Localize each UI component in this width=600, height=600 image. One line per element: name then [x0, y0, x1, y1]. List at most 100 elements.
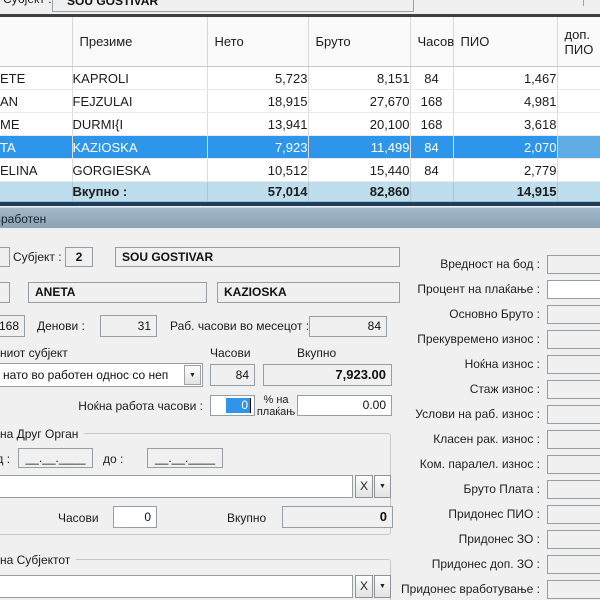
- cell-firstname[interactable]: AN: [0, 90, 72, 113]
- subject-name-field: SOU GOSTIVAR: [115, 247, 400, 267]
- seniority-amount-field: [547, 380, 600, 399]
- base-total-field: 7,923.00: [263, 364, 392, 386]
- top-subject-strip: Субјект : SOU GOSTIVAR: [0, 0, 600, 13]
- header-firstname: [0, 16, 72, 67]
- night-hours-selection: 0: [226, 398, 250, 413]
- cell-firstname[interactable]: ME: [0, 113, 72, 136]
- month-fund-hours-fragment: 168: [0, 315, 25, 337]
- employee-id-fragment: [0, 282, 10, 303]
- pay-percent-input[interactable]: [547, 280, 600, 299]
- cell-surname[interactable]: FEJZULAI: [72, 90, 207, 113]
- cell-net[interactable]: 10,512: [207, 159, 308, 182]
- cell-net[interactable]: 7,923: [207, 136, 308, 159]
- cell-pio[interactable]: 2,070: [453, 136, 557, 159]
- other-total-field: 0: [282, 506, 393, 528]
- cell-gross[interactable]: 11,499: [308, 136, 410, 159]
- base-hours-field: 84: [210, 364, 255, 386]
- label-seniority-amount: Стаж износ :: [380, 380, 540, 399]
- cell-firstname[interactable]: TA: [0, 136, 72, 159]
- base-gross-field: [547, 305, 600, 324]
- month-hours-field: 84: [309, 316, 387, 337]
- cell-firstname[interactable]: ETE: [0, 67, 72, 90]
- cell-pio[interactable]: 4,981: [453, 90, 557, 113]
- cell-gross[interactable]: 20,100: [308, 113, 410, 136]
- pct-pay-input[interactable]: 0.00: [297, 395, 392, 416]
- grid-bottom-border: [0, 202, 600, 206]
- totals-gross: 82,860: [308, 182, 410, 202]
- totals-net: 57,014: [207, 182, 308, 202]
- first-name-field: ANETA: [28, 282, 207, 303]
- clear-x-icon[interactable]: X: [355, 575, 373, 598]
- cell-dop-pio[interactable]: [557, 67, 600, 90]
- cell-net[interactable]: 18,915: [207, 90, 308, 113]
- employee-section-bar[interactable]: Вработен: [0, 207, 600, 228]
- subject-code-field: 2: [65, 247, 93, 267]
- cell-gross[interactable]: 27,670: [308, 90, 410, 113]
- cell-surname[interactable]: DURMI{I: [72, 113, 207, 136]
- label-class-mgmt-amount: Класен рак. износ :: [380, 430, 540, 449]
- label-contribution-pio: Придонес ПИО :: [380, 505, 540, 524]
- subject-id-fragment: [0, 247, 10, 267]
- cell-dop-pio[interactable]: [557, 159, 600, 182]
- cell-net[interactable]: 13,941: [207, 113, 308, 136]
- cell-pio[interactable]: 3,618: [453, 113, 557, 136]
- totals-dop: [557, 182, 600, 202]
- pct-pay-label-line1: % на: [256, 394, 296, 406]
- cell-gross[interactable]: 8,151: [308, 67, 410, 90]
- cell-hours[interactable]: 84: [410, 159, 453, 182]
- cell-dop-pio[interactable]: [557, 90, 600, 113]
- point-value-field: [547, 255, 600, 274]
- cell-hours[interactable]: 84: [410, 67, 453, 90]
- top-subject-label: Субјект :: [3, 0, 52, 6]
- header-surname: Презиме: [72, 16, 207, 67]
- night-amount-field: [547, 355, 600, 374]
- within-subject-group-title: на Субјектот: [0, 553, 76, 567]
- cell-dop-pio[interactable]: [557, 113, 600, 136]
- table-row-selected[interactable]: TA KAZIOSKA 7,923 11,499 84 2,070: [0, 136, 600, 159]
- label-overtime-amount: Прекувремено износ :: [380, 330, 540, 349]
- date-to-input[interactable]: __.__.____: [147, 448, 223, 468]
- cell-net[interactable]: 5,723: [207, 67, 308, 90]
- cell-hours[interactable]: 168: [410, 113, 453, 136]
- table-row[interactable]: ME DURMI{I 13,941 20,100 168 3,618: [0, 113, 600, 136]
- pct-pay-label: % на плаќањ: [256, 394, 296, 418]
- table-row[interactable]: ETE KAPROLI 5,723 8,151 84 1,467: [0, 67, 600, 90]
- cell-pio[interactable]: 2,779: [453, 159, 557, 182]
- cell-pio[interactable]: 1,467: [453, 67, 557, 90]
- cell-hours[interactable]: 84: [410, 136, 453, 159]
- cell-surname[interactable]: KAZIOSKA: [72, 136, 207, 159]
- cell-surname[interactable]: GORGIESKA: [72, 159, 207, 182]
- other-hours-input[interactable]: 0: [113, 506, 157, 528]
- text-cursor: [250, 398, 251, 413]
- label-gross-salary: Бруто Плата :: [380, 480, 540, 499]
- date-from-label: од :: [0, 452, 10, 466]
- month-hours-label: Раб. часови во месецот :: [170, 319, 309, 333]
- pct-pay-label-line2: плаќањ: [256, 406, 296, 418]
- payroll-window: Субјект : SOU GOSTIVAR Презиме Нето Брут…: [0, 0, 600, 600]
- other-organ-combo-input[interactable]: [0, 475, 353, 498]
- label-base-gross: Основно Бруто :: [380, 305, 540, 324]
- cell-surname[interactable]: KAPROLI: [72, 67, 207, 90]
- contribution-pio-field: [547, 505, 600, 524]
- date-from-input[interactable]: __.__.____: [18, 448, 93, 468]
- label-work-conditions-amount: Услови на раб. износ :: [380, 405, 540, 424]
- totals-hours: [410, 182, 453, 202]
- cell-hours[interactable]: 168: [410, 90, 453, 113]
- subject-label: Субјект :: [13, 250, 62, 264]
- within-subject-combo-input[interactable]: [0, 575, 353, 598]
- employment-relation-select[interactable]: нато во работен однос со неп ▼: [0, 363, 203, 387]
- date-to-label: до :: [103, 452, 123, 466]
- label-contribution-zo: Придонес ЗО :: [380, 530, 540, 549]
- cell-dop-pio[interactable]: [557, 136, 600, 159]
- label-point-value: Вредност на бод :: [380, 255, 540, 274]
- chevron-down-icon[interactable]: ▼: [184, 365, 201, 385]
- cell-firstname[interactable]: ELINA: [0, 159, 72, 182]
- contribution-employment-field: [547, 580, 600, 599]
- table-row[interactable]: ELINA GORGIESKA 10,512 15,440 84 2,779: [0, 159, 600, 182]
- table-row[interactable]: AN FEJZULAI 18,915 27,670 168 4,981: [0, 90, 600, 113]
- cell-gross[interactable]: 15,440: [308, 159, 410, 182]
- header-pio: ПИО: [453, 16, 557, 67]
- night-hours-input[interactable]: 0: [210, 395, 255, 416]
- clear-x-icon[interactable]: X: [355, 475, 373, 498]
- days-field: 31: [100, 315, 157, 337]
